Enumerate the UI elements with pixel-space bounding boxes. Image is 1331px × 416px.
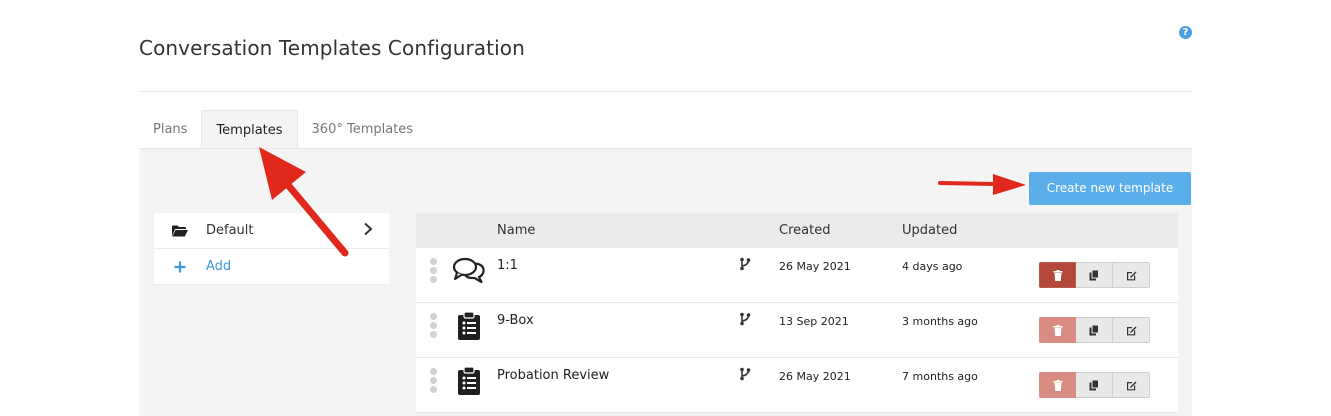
table-row[interactable]: Probation Review 26 May 2021 7 months ag… — [416, 358, 1178, 413]
drag-handle-icon[interactable] — [430, 368, 438, 395]
chevron-right-icon[interactable] — [363, 222, 373, 240]
trash-icon — [1053, 324, 1062, 336]
updated-date: 4 days ago — [902, 260, 963, 273]
delete-button[interactable] — [1039, 262, 1076, 288]
page-title: Conversation Templates Configuration — [139, 36, 525, 60]
add-folder-label: Add — [206, 259, 232, 274]
column-header-created[interactable]: Created — [779, 223, 830, 238]
copy-icon — [1089, 269, 1099, 280]
tab-360-templates[interactable]: 360° Templates — [298, 110, 428, 149]
edit-icon — [1126, 326, 1136, 335]
edit-button[interactable] — [1113, 372, 1150, 398]
updated-date: 3 months ago — [902, 315, 978, 328]
row-actions — [1039, 372, 1150, 398]
column-header-updated[interactable]: Updated — [902, 223, 957, 238]
table-row[interactable]: 1:1 26 May 2021 4 days ago — [416, 248, 1178, 303]
tab-templates[interactable]: Templates — [201, 110, 298, 149]
title-divider — [139, 91, 1192, 92]
created-date: 26 May 2021 — [779, 260, 851, 273]
folder-list: Default Add — [154, 213, 389, 285]
column-header-name[interactable]: Name — [497, 223, 535, 238]
edit-button[interactable] — [1113, 317, 1150, 343]
copy-icon — [1089, 379, 1099, 390]
duplicate-button[interactable] — [1076, 317, 1113, 343]
duplicate-button[interactable] — [1076, 372, 1113, 398]
add-folder-item[interactable]: Add — [154, 249, 389, 285]
table-header: Name Created Updated — [416, 213, 1178, 248]
chat-bubbles-icon — [452, 256, 486, 288]
drag-handle-icon[interactable] — [430, 258, 438, 285]
clipboard-list-icon — [458, 366, 480, 399]
create-new-template-button[interactable]: Create new template — [1029, 172, 1191, 205]
template-name[interactable]: 9-Box — [497, 313, 534, 328]
branch-icon[interactable] — [739, 257, 751, 275]
drag-handle-icon[interactable] — [430, 313, 438, 340]
created-date: 26 May 2021 — [779, 370, 851, 383]
tab-bar: Plans Templates 360° Templates — [139, 110, 427, 149]
clipboard-list-icon — [458, 311, 480, 344]
template-name[interactable]: 1:1 — [497, 258, 518, 273]
delete-button[interactable] — [1039, 317, 1076, 343]
updated-date: 7 months ago — [902, 370, 978, 383]
folder-item-default[interactable]: Default — [154, 213, 389, 249]
delete-button[interactable] — [1039, 372, 1076, 398]
template-name[interactable]: Probation Review — [497, 368, 609, 383]
table-row[interactable]: 9-Box 13 Sep 2021 3 months ago — [416, 303, 1178, 358]
trash-icon — [1053, 379, 1062, 391]
copy-icon — [1089, 324, 1099, 335]
duplicate-button[interactable] — [1076, 262, 1113, 288]
templates-table: Name Created Updated 1:1 26 May 2021 4 d… — [416, 213, 1178, 413]
folder-icon — [154, 225, 206, 237]
trash-icon — [1053, 269, 1062, 281]
help-icon[interactable]: ? — [1179, 26, 1192, 39]
row-actions — [1039, 262, 1150, 288]
branch-icon[interactable] — [739, 367, 751, 385]
folder-label-default: Default — [206, 223, 254, 238]
edit-icon — [1126, 381, 1136, 390]
edit-button[interactable] — [1113, 262, 1150, 288]
row-actions — [1039, 317, 1150, 343]
created-date: 13 Sep 2021 — [779, 315, 849, 328]
tab-plans[interactable]: Plans — [139, 110, 201, 149]
branch-icon[interactable] — [739, 312, 751, 330]
edit-icon — [1126, 271, 1136, 280]
plus-icon — [154, 261, 206, 273]
